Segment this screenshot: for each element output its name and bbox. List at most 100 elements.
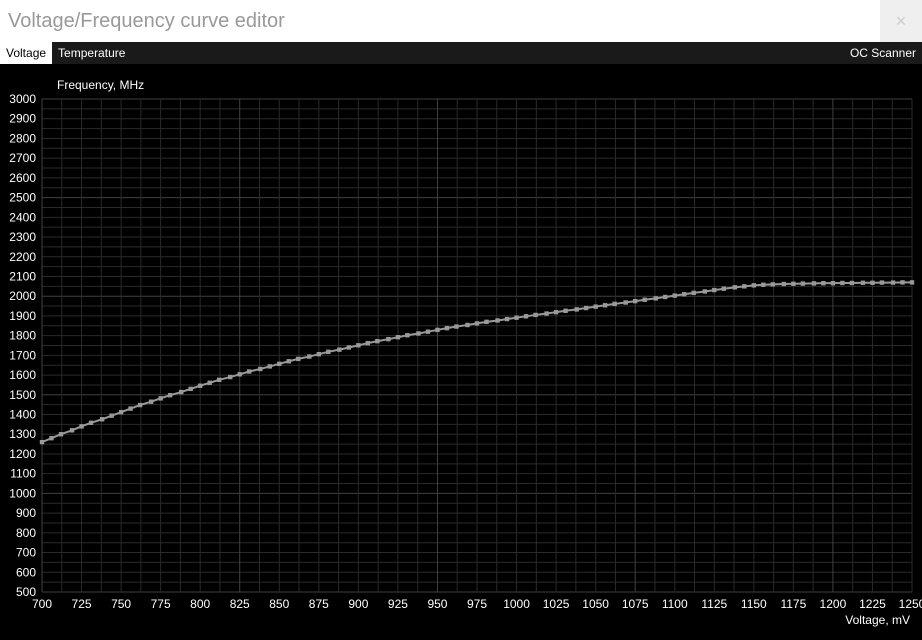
vf-curve-point[interactable] xyxy=(733,285,737,289)
vf-curve-point[interactable] xyxy=(287,359,291,363)
vf-curve-point[interactable] xyxy=(149,400,153,404)
vf-curve-point[interactable] xyxy=(574,307,578,311)
svg-text:3000: 3000 xyxy=(9,92,36,106)
vf-curve-point[interactable] xyxy=(296,357,300,361)
vf-curve-point[interactable] xyxy=(791,282,795,286)
tab-temperature[interactable]: Temperature xyxy=(52,42,131,64)
vf-curve-point[interactable] xyxy=(880,280,884,284)
vf-curve-point[interactable] xyxy=(484,320,488,324)
vf-curve-point[interactable] xyxy=(623,300,627,304)
oc-scanner-button[interactable]: OC Scanner xyxy=(844,42,922,64)
vf-curve-point[interactable] xyxy=(79,424,83,428)
vf-curve-point[interactable] xyxy=(40,440,44,444)
vf-curve-point[interactable] xyxy=(416,331,420,335)
vf-curve-point[interactable] xyxy=(692,291,696,295)
vf-curve-point[interactable] xyxy=(119,410,123,414)
vf-curve-point[interactable] xyxy=(168,393,172,397)
vf-curve-point[interactable] xyxy=(258,367,262,371)
vf-curve-point[interactable] xyxy=(752,283,756,287)
vf-curve-point[interactable] xyxy=(514,315,518,319)
vf-curve-point[interactable] xyxy=(642,298,646,302)
vf-curve-point[interactable] xyxy=(207,381,211,385)
vf-curve-point[interactable] xyxy=(188,387,192,391)
vf-curve-point[interactable] xyxy=(654,296,658,300)
svg-text:700: 700 xyxy=(16,546,36,560)
vf-curve-point[interactable] xyxy=(475,321,479,325)
svg-text:1175: 1175 xyxy=(780,597,806,611)
vf-curve-point[interactable] xyxy=(375,339,379,343)
vf-curve-point[interactable] xyxy=(396,335,400,339)
vf-curve-point[interactable] xyxy=(821,281,825,285)
vf-curve-point[interactable] xyxy=(49,436,53,440)
vf-curve-point[interactable] xyxy=(179,390,183,394)
vf-curve-point[interactable] xyxy=(454,324,458,328)
vf-chart[interactable]: 5006007008009001000110012001300140015001… xyxy=(0,64,922,640)
vf-curve-point[interactable] xyxy=(386,337,390,341)
vf-curve-point[interactable] xyxy=(70,428,74,432)
tab-voltage[interactable]: Voltage xyxy=(0,42,52,64)
vf-curve-point[interactable] xyxy=(138,403,142,407)
vf-curve-point[interactable] xyxy=(347,345,351,349)
vf-curve-point[interactable] xyxy=(554,310,558,314)
vf-curve-point[interactable] xyxy=(217,378,221,382)
vf-curve-point[interactable] xyxy=(89,421,93,425)
vf-curve-point[interactable] xyxy=(465,323,469,327)
vf-curve-point[interactable] xyxy=(782,282,786,286)
vf-curve-point[interactable] xyxy=(59,432,63,436)
vf-curve-point[interactable] xyxy=(100,417,104,421)
vf-curve-point[interactable] xyxy=(891,280,895,284)
vf-curve-point[interactable] xyxy=(505,317,509,321)
vf-curve-point[interactable] xyxy=(663,295,667,299)
vf-curve-point[interactable] xyxy=(910,280,914,284)
vf-curve-point[interactable] xyxy=(495,318,499,322)
vf-curve-point[interactable] xyxy=(771,282,775,286)
vf-curve-point[interactable] xyxy=(533,313,537,317)
vf-curve-point[interactable] xyxy=(544,311,548,315)
vf-curve-point[interactable] xyxy=(812,281,816,285)
svg-text:800: 800 xyxy=(190,597,210,611)
svg-text:Frequency, MHz: Frequency, MHz xyxy=(57,78,144,92)
vf-curve-point[interactable] xyxy=(445,326,449,330)
vf-curve-point[interactable] xyxy=(870,281,874,285)
vf-curve-point[interactable] xyxy=(584,306,588,310)
vf-curve-point[interactable] xyxy=(277,362,281,366)
vf-curve-point[interactable] xyxy=(317,352,321,356)
vf-curve-point[interactable] xyxy=(722,287,726,291)
vf-curve-point[interactable] xyxy=(861,281,865,285)
close-button[interactable]: × xyxy=(880,0,922,42)
vf-curve-point[interactable] xyxy=(593,304,597,308)
vf-curve-point[interactable] xyxy=(435,328,439,332)
vf-curve-point[interactable] xyxy=(524,314,528,318)
vf-curve-point[interactable] xyxy=(326,350,330,354)
vf-curve-point[interactable] xyxy=(109,414,113,418)
vf-curve-point[interactable] xyxy=(198,384,202,388)
vf-curve-point[interactable] xyxy=(268,364,272,368)
vf-curve-point[interactable] xyxy=(247,369,251,373)
vf-curve-point[interactable] xyxy=(238,372,242,376)
vf-curve-point[interactable] xyxy=(801,281,805,285)
vf-curve-point[interactable] xyxy=(563,309,567,313)
vf-curve-point[interactable] xyxy=(682,292,686,296)
vf-curve-point[interactable] xyxy=(307,354,311,358)
vf-curve-point[interactable] xyxy=(712,288,716,292)
vf-curve-point[interactable] xyxy=(426,329,430,333)
vf-curve-point[interactable] xyxy=(128,406,132,410)
vf-curve-point[interactable] xyxy=(673,293,677,297)
vf-curve-point[interactable] xyxy=(703,289,707,293)
vf-curve-point[interactable] xyxy=(612,302,616,306)
vf-curve-point[interactable] xyxy=(900,280,904,284)
vf-curve-point[interactable] xyxy=(158,396,162,400)
vf-curve-point[interactable] xyxy=(337,347,341,351)
vf-curve-point[interactable] xyxy=(633,299,637,303)
vf-curve-point[interactable] xyxy=(366,341,370,345)
vf-curve-point[interactable] xyxy=(405,333,409,337)
vf-curve-point[interactable] xyxy=(840,281,844,285)
vf-curve-point[interactable] xyxy=(742,284,746,288)
vf-curve-point[interactable] xyxy=(356,343,360,347)
vf-curve-point[interactable] xyxy=(850,281,854,285)
vf-curve-point[interactable] xyxy=(603,303,607,307)
vf-curve-point[interactable] xyxy=(761,283,765,287)
vf-curve-point[interactable] xyxy=(228,375,232,379)
vf-curve-point[interactable] xyxy=(831,281,835,285)
svg-text:2000: 2000 xyxy=(9,289,36,303)
